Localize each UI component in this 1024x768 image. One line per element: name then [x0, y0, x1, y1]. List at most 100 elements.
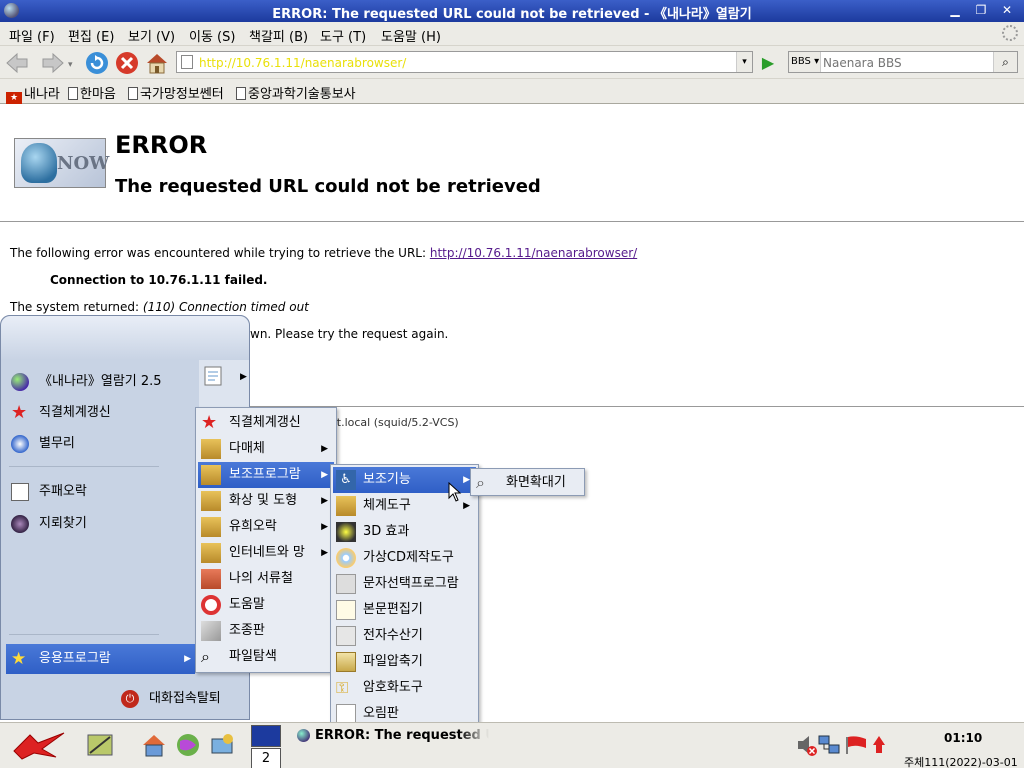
start-menu-separator	[9, 634, 159, 635]
apps-item-label: 직결체계갱신	[229, 415, 301, 430]
apps-item-multimedia[interactable]: 다매체 ▶	[198, 436, 334, 462]
taskbar-window-button[interactable]: ERROR: The requested URL could not be re…	[293, 725, 489, 747]
document-icon[interactable]	[202, 364, 226, 388]
home-icon[interactable]	[140, 731, 168, 759]
page-icon	[128, 87, 138, 100]
browser-icon[interactable]	[174, 731, 202, 759]
requested-url-link[interactable]: http://10.76.1.11/naenarabrowser/	[430, 246, 637, 260]
workspace-2[interactable]: 2	[251, 748, 281, 768]
apps-item-internet[interactable]: 인터네트와 망 ▶	[198, 540, 334, 566]
apps-item-accessories[interactable]: 보조프로그람 ▶	[198, 462, 334, 488]
magnifier-icon: ⌕	[201, 647, 210, 666]
menu-edit[interactable]: 편집 (E)	[68, 26, 114, 45]
bookmark-science-tech[interactable]: 중앙과학기술통보사	[236, 83, 356, 102]
minimize-icon[interactable]: ▁	[946, 3, 964, 19]
mine-icon	[11, 515, 29, 533]
menu-view[interactable]: 보기 (V)	[128, 26, 175, 45]
folder-icon	[201, 543, 221, 563]
window-title: ERROR: The requested URL could not be re…	[272, 7, 752, 22]
apps-item-graphics[interactable]: 화상 및 도형 ▶	[198, 488, 334, 514]
window-titlebar[interactable]: ERROR: The requested URL could not be re…	[0, 0, 1024, 22]
acc-item-label: 본문편집기	[363, 602, 423, 617]
reload-icon[interactable]	[84, 50, 110, 76]
start-item-browser[interactable]: 《내나라》열람기 2.5	[9, 369, 195, 395]
lifebuoy-icon	[201, 595, 221, 615]
url-dropdown-icon[interactable]: ▾	[736, 52, 752, 72]
url-bar[interactable]: ▾	[176, 51, 753, 73]
alert-icon[interactable]	[872, 735, 886, 755]
url-input[interactable]	[199, 54, 719, 71]
acc-item-text-editor[interactable]: 본문편집기	[333, 597, 476, 623]
menu-bookmarks[interactable]: 책갈피 (B)	[249, 26, 308, 45]
bookmark-hanmaeum[interactable]: 한마음	[68, 83, 116, 102]
apps-item-control-panel[interactable]: 조종판	[198, 618, 334, 644]
character-map-icon	[336, 574, 356, 594]
apps-item-games[interactable]: 유희오락 ▶	[198, 514, 334, 540]
network-tools-icon[interactable]	[208, 731, 236, 759]
acc-sub-item-magnifier[interactable]: ⌕ 화면확대기	[473, 470, 582, 496]
star-icon: ★	[201, 412, 218, 433]
search-input[interactable]	[823, 54, 991, 71]
show-desktop-icon[interactable]	[86, 731, 114, 759]
apps-item-label: 도움말	[229, 597, 265, 612]
history-dropdown-icon[interactable]: ▾	[68, 60, 73, 70]
workspace-pager[interactable]: 2	[251, 725, 281, 768]
acc-item-character-map[interactable]: 문자선택프로그람	[333, 571, 476, 597]
browser-icon	[297, 729, 310, 742]
start-item-applications[interactable]: ★ 응용프로그람 ▶	[6, 644, 195, 674]
menu-tools[interactable]: 도구 (T)	[320, 26, 366, 45]
menu-file[interactable]: 파일 (F)	[9, 26, 55, 45]
home-icon[interactable]	[144, 50, 170, 76]
volume-muted-icon[interactable]	[796, 733, 818, 757]
go-button[interactable]: ▶	[757, 52, 779, 74]
server-signature: et.local (squid/5.2-VCS)	[330, 416, 459, 429]
workspace-1[interactable]	[251, 725, 281, 747]
maximize-icon[interactable]: ❐	[972, 3, 990, 19]
acc-item-virtual-cd[interactable]: 가상CD제작도구	[333, 545, 476, 571]
globe-icon	[11, 373, 29, 391]
menu-go[interactable]: 이동 (S)	[189, 26, 235, 45]
apps-item-my-documents[interactable]: 나의 서류철	[198, 566, 334, 592]
clock[interactable]: 01:10	[944, 731, 982, 745]
forward-icon[interactable]	[40, 50, 66, 76]
logout-label: 대화접속탈퇴	[149, 691, 221, 706]
error-description: The following error was encountered whil…	[10, 246, 637, 260]
accessibility-icon: ♿	[336, 470, 356, 490]
bookmark-national-network[interactable]: 국가망정보쎈터	[128, 83, 224, 102]
search-engine-selector[interactable]: BBS ▾	[789, 52, 821, 72]
folder-icon	[201, 465, 221, 485]
menubar: 파일 (F) 편집 (E) 보기 (V) 이동 (S) 책갈피 (B) 도구 (…	[0, 22, 1024, 46]
page-icon	[181, 55, 193, 69]
acc-item-encryption[interactable]: ⚿ 암호화도구	[333, 675, 476, 701]
start-item-cards[interactable]: 주패오락	[9, 479, 195, 505]
back-icon[interactable]	[4, 50, 30, 76]
chevron-right-icon: ▶	[321, 548, 328, 558]
taskbar: 2 ERROR: The requested URL could not be …	[0, 722, 1024, 768]
clipboard-icon	[336, 704, 356, 724]
network-status-icon[interactable]	[818, 733, 840, 757]
acc-item-3d-effects[interactable]: 3D 효과	[333, 519, 476, 545]
start-button-icon[interactable]	[10, 729, 68, 761]
acc-item-archiver[interactable]: 파일압축기	[333, 649, 476, 675]
close-icon[interactable]: ✕	[998, 3, 1016, 19]
bookmark-naenara[interactable]: ★ 내나라	[6, 83, 60, 105]
accessories-submenu: ♿ 보조기능 ▶ 체계도구 ▶ 3D 효과 가상CD제작도구 문자선택프로그람 …	[330, 464, 479, 726]
page-icon	[68, 87, 78, 100]
apps-item-help[interactable]: 도움말	[198, 592, 334, 618]
page-icon	[236, 87, 246, 100]
apps-item-update[interactable]: ★ 직결체계갱신	[198, 410, 334, 436]
network-icon	[11, 435, 29, 453]
stop-icon[interactable]	[114, 50, 140, 76]
start-item-update[interactable]: ★ 직결체계갱신	[9, 400, 195, 426]
search-bar[interactable]: BBS ▾ ⌕	[788, 51, 1018, 73]
start-item-byeolmuri[interactable]: 별무리	[9, 431, 195, 457]
apps-item-file-search[interactable]: ⌕ 파일탐색	[198, 644, 334, 670]
cd-icon	[336, 548, 356, 568]
date[interactable]: 주체111(2022)-03-01	[904, 754, 1018, 768]
search-icon[interactable]: ⌕	[993, 52, 1017, 72]
keyboard-layout-flag-icon[interactable]	[844, 735, 868, 755]
folder-icon	[201, 439, 221, 459]
start-item-minesweeper[interactable]: 지뢰찾기	[9, 511, 195, 537]
menu-help[interactable]: 도움말 (H)	[381, 26, 441, 45]
acc-item-calculator[interactable]: 전자수산기	[333, 623, 476, 649]
